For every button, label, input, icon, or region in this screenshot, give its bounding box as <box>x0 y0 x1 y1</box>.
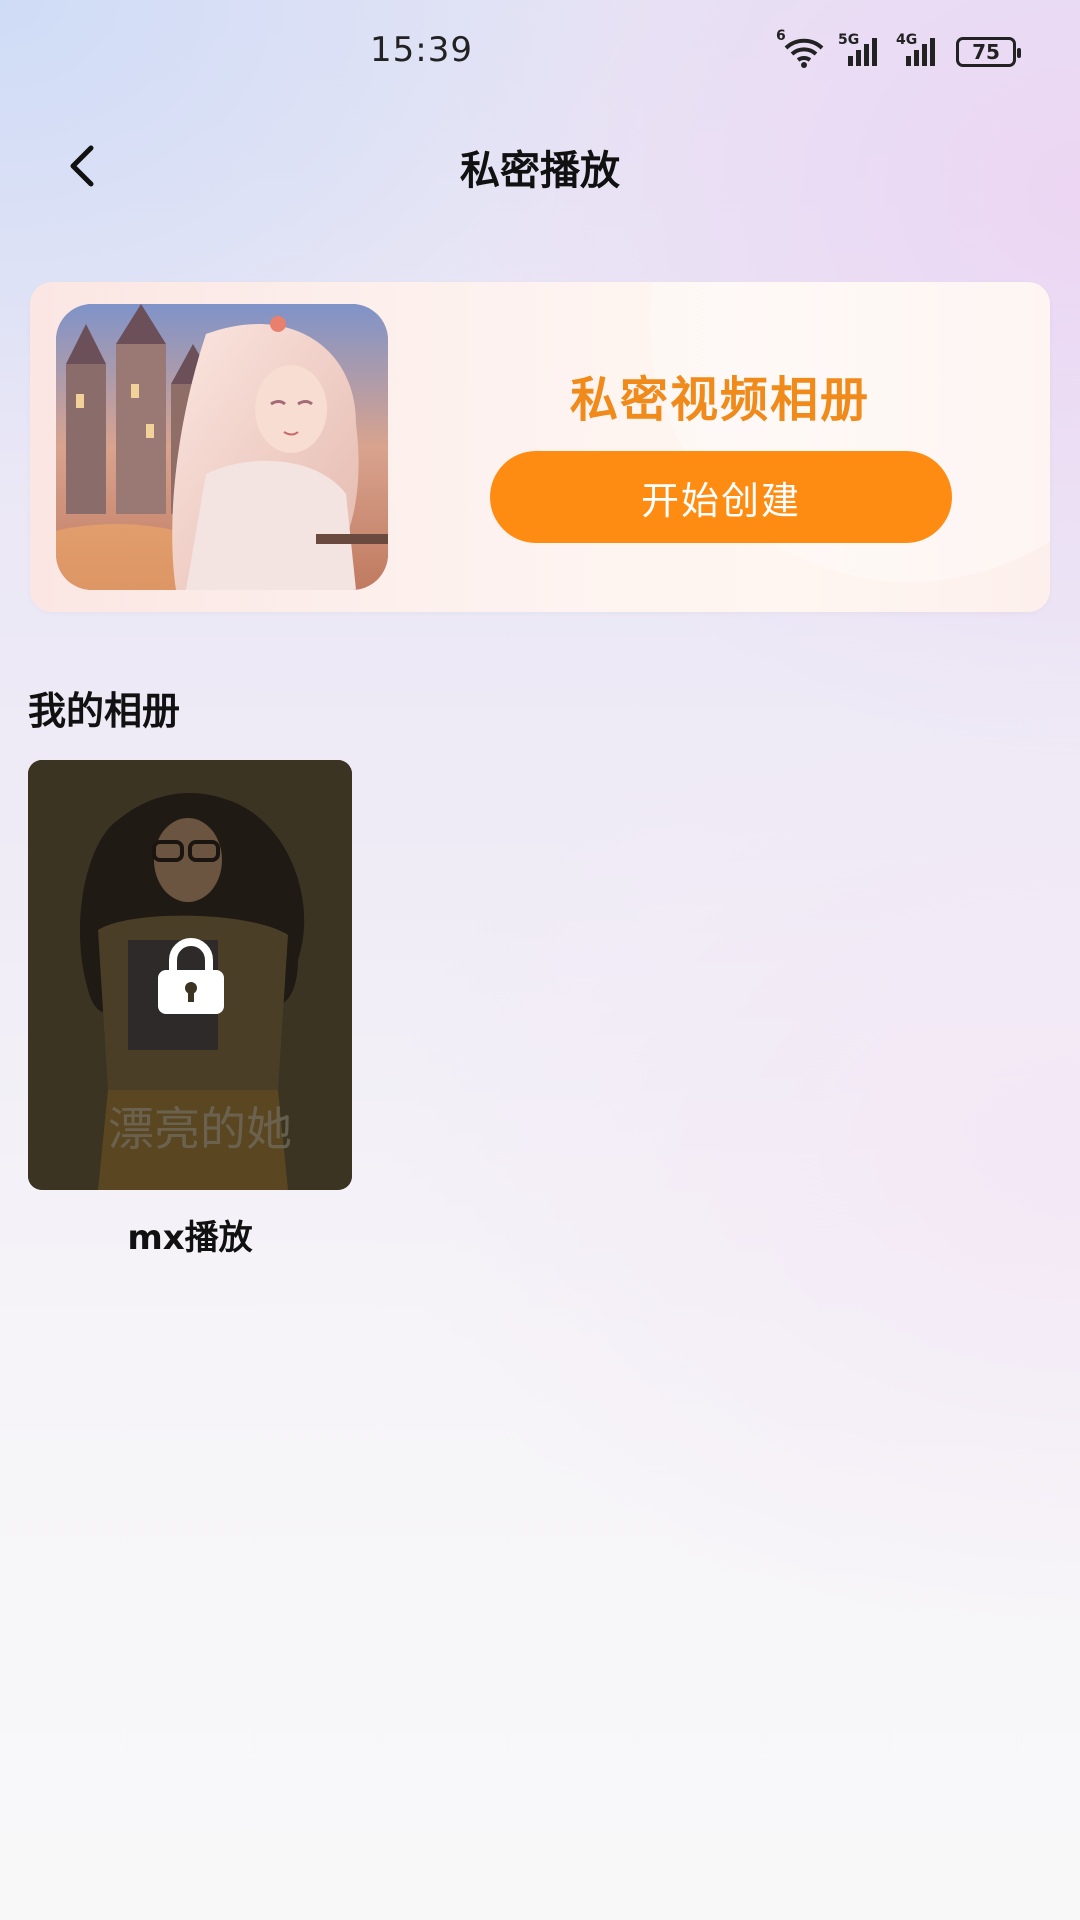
battery-icon: 75 <box>956 37 1021 67</box>
status-icons: 6 5G 4G 75 <box>776 28 1021 68</box>
lock-icon <box>158 938 224 1014</box>
album-card[interactable]: 漂亮的她 <box>28 760 352 1190</box>
wifi-icon: 6 <box>776 28 826 68</box>
status-bar: 15:39 6 5G 4G 75 <box>0 0 1080 110</box>
wifi-tag: 6 <box>776 28 786 44</box>
album-name: mx播放 <box>127 1218 253 1258</box>
banner-title: 私密视频相册 <box>569 372 870 428</box>
banner-illustration <box>56 304 388 590</box>
signal-4g-icon: 4G <box>896 32 942 66</box>
signal-5g-tag: 5G <box>838 32 860 48</box>
private-album-banner <box>30 282 1050 612</box>
page-title: 私密播放 <box>460 148 620 194</box>
svg-text:漂亮的她: 漂亮的她 <box>108 1102 292 1156</box>
battery-level: 75 <box>972 40 1000 64</box>
signal-4g-tag: 4G <box>896 32 918 48</box>
signal-5g-icon: 5G <box>838 32 884 66</box>
status-time: 15:39 <box>370 30 473 70</box>
start-create-button[interactable]: 开始创建 <box>490 451 952 543</box>
section-title-my-albums: 我的相册 <box>28 689 181 733</box>
